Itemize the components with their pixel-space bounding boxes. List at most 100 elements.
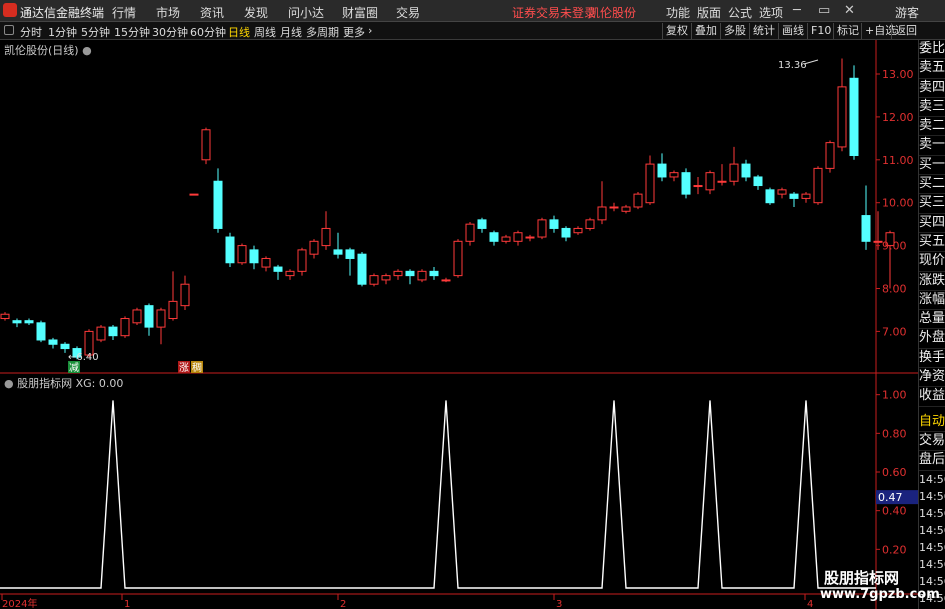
candle-body	[549, 219, 559, 229]
tool-f10[interactable]: F10	[807, 23, 834, 39]
trade-time: 14:56	[919, 523, 945, 537]
tool-stats[interactable]: 统计	[749, 23, 778, 39]
menu-function[interactable]: 功能	[666, 4, 690, 21]
candle-body	[669, 172, 679, 178]
tag-zhang: 涨	[179, 362, 189, 374]
menu-formula[interactable]: 公式	[728, 4, 752, 21]
candle-body	[813, 167, 823, 204]
restore-icon[interactable]: ▭	[818, 3, 830, 18]
menu-wealth[interactable]: 财富圈	[342, 4, 378, 21]
price-tick-label: 8.00	[882, 283, 907, 296]
price-chart[interactable]: 13.0012.0011.0010.009.008.007.0013.36←6.…	[0, 40, 918, 609]
candle-body	[597, 206, 607, 221]
period-15min[interactable]: 15分钟	[114, 24, 150, 40]
candle-body	[417, 270, 427, 281]
tool-adjust[interactable]: 复权	[662, 23, 691, 39]
candle-body	[705, 172, 715, 191]
menu-ask[interactable]: 问小达	[288, 4, 324, 21]
candle-body	[285, 270, 295, 277]
panel-tab[interactable]: 自动	[919, 413, 945, 432]
indicator-title[interactable]: ● 股朋指标网 XG: 0.00	[4, 375, 123, 391]
candle-body	[861, 215, 871, 242]
quote-label: 总量	[919, 310, 945, 330]
period-intraday[interactable]: 分时	[20, 24, 42, 40]
layout-icon[interactable]	[4, 25, 14, 35]
candle-body	[189, 193, 199, 196]
period-monthly[interactable]: 月线	[280, 24, 302, 40]
dropdown-icon[interactable]: ●	[4, 377, 14, 390]
candle-body	[513, 232, 523, 242]
candle-body	[525, 236, 535, 239]
candle-body	[0, 313, 10, 320]
minimize-icon[interactable]: ─	[793, 3, 801, 18]
period-multi[interactable]: 多周期	[306, 24, 339, 40]
candle-body	[489, 232, 499, 242]
tool-overlay[interactable]: 叠加	[691, 23, 720, 39]
candle-body	[393, 270, 403, 277]
candle-body	[573, 227, 583, 234]
period-more[interactable]: 更多	[343, 24, 365, 40]
quote-label: 收益	[919, 387, 945, 407]
period-daily[interactable]: 日线	[228, 24, 250, 40]
login-notice[interactable]: 证券交易未登录	[512, 4, 596, 21]
menu-news[interactable]: 资讯	[200, 4, 224, 21]
xg-signal-line	[0, 400, 876, 589]
candle-body	[213, 180, 223, 229]
candle-body	[24, 320, 34, 324]
candle-body	[237, 245, 247, 264]
candle-body	[36, 322, 46, 341]
candle-body	[477, 219, 487, 229]
indicator-title-text: 股朋指标网 XG: 0.00	[17, 377, 124, 390]
tool-back[interactable]: 返回	[891, 23, 920, 39]
candle-body	[801, 193, 811, 199]
quote-panel: 委比 卖五 卖四 卖三 卖二 卖一 买一 买二 买三 买四 买五 现价 涨跌 涨幅 总量 外盘 换手 净资 收益 自…	[918, 40, 945, 609]
candle-body	[168, 300, 178, 320]
price-tick-label: 7.00	[882, 325, 907, 338]
candle-body	[297, 249, 307, 272]
menu-quotes[interactable]: 行情	[112, 4, 136, 21]
app-logo-icon	[3, 3, 17, 17]
candle-body	[225, 236, 235, 264]
candle-body	[108, 326, 118, 337]
price-tick-label: 11.00	[882, 154, 914, 167]
candle-body	[849, 77, 859, 157]
tool-draw[interactable]: 画线	[778, 23, 807, 39]
quote-label: 卖四	[919, 79, 945, 98]
menu-discover[interactable]: 发现	[244, 4, 268, 21]
period-60min[interactable]: 60分钟	[190, 24, 226, 40]
candle-body	[12, 320, 22, 324]
panel-tab[interactable]: 盘后	[919, 451, 945, 471]
close-icon[interactable]: ✕	[844, 3, 855, 18]
candle-body	[132, 309, 142, 324]
ind-tick-label: 0.80	[882, 427, 907, 440]
candle-body	[453, 240, 463, 277]
period-5min[interactable]: 5分钟	[81, 24, 110, 40]
tag-chou: 稠	[192, 361, 202, 374]
quote-label: 买四	[919, 214, 945, 233]
chevron-right-icon[interactable]: ›	[368, 24, 372, 37]
tool-mark[interactable]: 标记	[833, 23, 862, 39]
candle-body	[789, 193, 799, 199]
candle-body	[60, 343, 70, 350]
period-1min[interactable]: 1分钟	[48, 24, 77, 40]
period-30min[interactable]: 30分钟	[152, 24, 188, 40]
candle-body	[369, 275, 379, 285]
panel-tab[interactable]: 交易	[919, 432, 945, 452]
candle-body	[345, 249, 355, 259]
tool-multi-stock[interactable]: 多股	[720, 23, 749, 39]
candle-body	[429, 270, 439, 277]
watermark: 股朋指标网 www.7gpzb.com	[820, 567, 940, 609]
date-label: 2	[340, 599, 346, 609]
stock-name-header[interactable]: 凯伦股份	[588, 4, 636, 21]
quote-label: 卖一	[919, 136, 945, 156]
menu-layout[interactable]: 版面	[697, 4, 721, 21]
ind-tick-label: 0.40	[882, 505, 907, 518]
period-weekly[interactable]: 周线	[254, 24, 276, 40]
menu-trade[interactable]: 交易	[396, 4, 420, 21]
menu-market[interactable]: 市场	[156, 4, 180, 21]
trade-time: 14:56	[919, 489, 945, 503]
guest-label[interactable]: 游客	[895, 4, 919, 21]
menu-options[interactable]: 选项	[759, 4, 783, 21]
trade-time: 14:56	[919, 557, 945, 571]
candle-body	[120, 318, 130, 337]
